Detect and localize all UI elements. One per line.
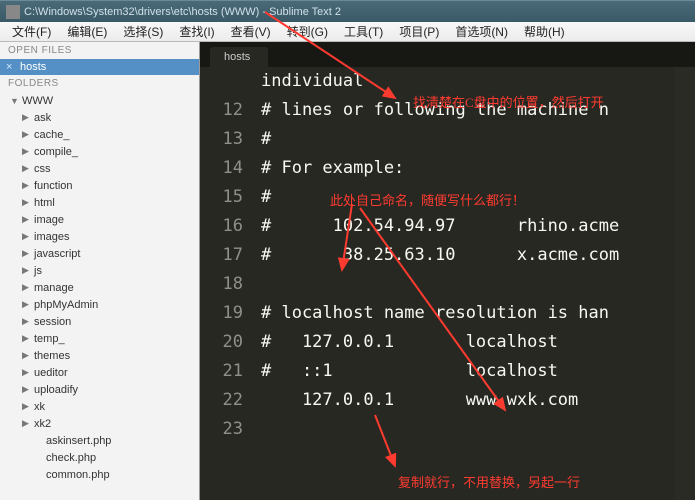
tree-folder[interactable]: ▶css [4, 160, 199, 177]
minimap[interactable] [675, 67, 695, 500]
tree-folder[interactable]: ▶function [4, 177, 199, 194]
tree-folder[interactable]: ▶compile_ [4, 143, 199, 160]
menu-edit[interactable]: 编辑(E) [59, 21, 115, 42]
tree-folder[interactable]: ▶cache_ [4, 126, 199, 143]
tree-file[interactable]: askinsert.php [4, 432, 199, 449]
tree-folder[interactable]: ▶session [4, 313, 199, 330]
editor: hosts 121314151617181920212223 individua… [200, 42, 695, 500]
tree-folder[interactable]: ▶ask [4, 109, 199, 126]
tree-folder[interactable]: ▶temp_ [4, 330, 199, 347]
tree-file[interactable]: common.php [4, 466, 199, 483]
menubar: 文件(F) 编辑(E) 选择(S) 查找(I) 查看(V) 转到(G) 工具(T… [0, 22, 695, 42]
menu-project[interactable]: 项目(P) [391, 21, 447, 42]
menu-goto[interactable]: 转到(G) [279, 21, 336, 42]
menu-view[interactable]: 查看(V) [223, 21, 279, 42]
tree-root[interactable]: ▼WWW [4, 92, 199, 109]
tree-folder[interactable]: ▶images [4, 228, 199, 245]
folders-header: FOLDERS [0, 75, 199, 92]
menu-help[interactable]: 帮助(H) [516, 21, 573, 42]
tree-file[interactable]: check.php [4, 449, 199, 466]
title-text: C:\Windows\System32\drivers\etc\hosts (W… [24, 6, 341, 18]
app-icon [6, 5, 20, 19]
code-content[interactable]: individual# lines or following the machi… [261, 67, 675, 500]
menu-find[interactable]: 查找(I) [171, 21, 222, 42]
tree-folder[interactable]: ▶html [4, 194, 199, 211]
tree-folder[interactable]: ▶javascript [4, 245, 199, 262]
tree-folder[interactable]: ▶xk [4, 398, 199, 415]
tree-folder[interactable]: ▶phpMyAdmin [4, 296, 199, 313]
tree-folder[interactable]: ▶js [4, 262, 199, 279]
tab-hosts[interactable]: hosts [210, 47, 268, 67]
tree-folder[interactable]: ▶uploadify [4, 381, 199, 398]
menu-select[interactable]: 选择(S) [115, 21, 171, 42]
open-file-hosts[interactable]: hosts [0, 59, 199, 75]
tabs: hosts [200, 42, 695, 67]
tree-folder[interactable]: ▶ueditor [4, 364, 199, 381]
sidebar: OPEN FILES hosts FOLDERS ▼WWW ▶ask▶cache… [0, 42, 200, 500]
menu-tools[interactable]: 工具(T) [336, 21, 391, 42]
tree-folder[interactable]: ▶image [4, 211, 199, 228]
titlebar: C:\Windows\System32\drivers\etc\hosts (W… [0, 0, 695, 22]
folder-tree: ▼WWW ▶ask▶cache_▶compile_▶css▶function▶h… [0, 92, 199, 483]
code-area[interactable]: 121314151617181920212223 individual# lin… [200, 67, 695, 500]
tree-folder[interactable]: ▶manage [4, 279, 199, 296]
menu-file[interactable]: 文件(F) [4, 21, 59, 42]
tree-folder[interactable]: ▶xk2 [4, 415, 199, 432]
menu-prefs[interactable]: 首选项(N) [447, 21, 516, 42]
open-files-header: OPEN FILES [0, 42, 199, 59]
gutter: 121314151617181920212223 [200, 67, 255, 500]
tree-folder[interactable]: ▶themes [4, 347, 199, 364]
